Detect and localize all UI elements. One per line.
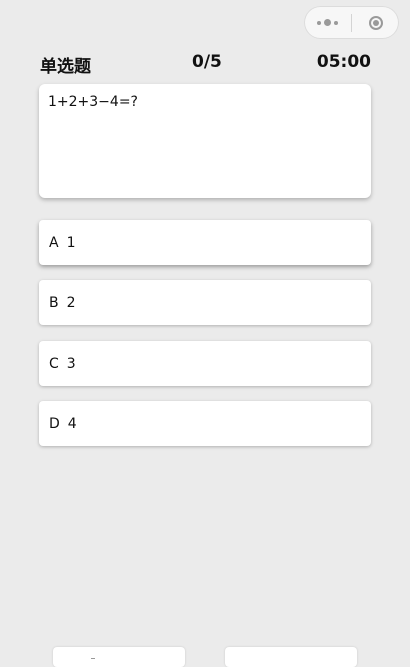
option-letter: A (49, 234, 59, 251)
button-label-fragment (91, 658, 95, 659)
option-text: 1 (66, 234, 76, 251)
option-letter: D (49, 415, 60, 432)
miniprogram-capsule (304, 6, 399, 39)
option-text: 3 (66, 355, 76, 372)
option-text: 4 (67, 415, 77, 432)
option-letter: B (49, 294, 59, 311)
option-d[interactable]: D 4 (39, 401, 371, 446)
progress-counter: 0/5 (192, 52, 222, 72)
close-miniprogram-icon[interactable] (352, 6, 399, 39)
quiz-header: 单选题 0/5 05:00 (40, 52, 371, 77)
option-letter: C (49, 355, 59, 372)
previous-button[interactable] (53, 647, 185, 667)
countdown-timer: 05:00 (316, 52, 371, 72)
question-type-label: 单选题 (40, 57, 91, 77)
option-b[interactable]: B 2 (39, 280, 371, 325)
question-text: 1+2+3−4=? (48, 94, 138, 110)
option-a[interactable]: A 1 (39, 220, 371, 265)
option-c[interactable]: C 3 (39, 341, 371, 386)
more-dots-icon[interactable] (304, 6, 351, 39)
question-card: 1+2+3−4=? (39, 84, 371, 198)
option-text: 2 (66, 294, 76, 311)
next-button[interactable] (225, 647, 357, 667)
